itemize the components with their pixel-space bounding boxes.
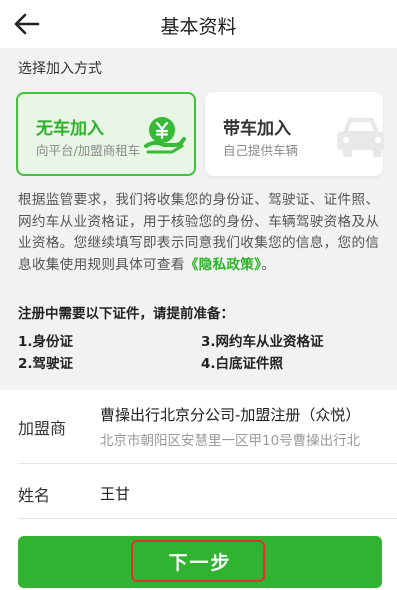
privacy-notice: 根据监管要求，我们将收集您的身份证、驾驶证、证件照、网约车从业资格证，用于核验您…: [18, 190, 384, 276]
requirement-item: 1.身份证: [18, 334, 74, 350]
car-icon: [333, 108, 383, 160]
join-option-without-car[interactable]: 无车加入 向平台/加盟商租车: [16, 92, 196, 176]
join-option-title: 带车加入: [223, 119, 291, 139]
privacy-notice-tail: 。: [261, 256, 276, 273]
franchise-label: 加盟商: [18, 419, 67, 438]
top-bar: 基本资料: [0, 0, 397, 48]
row-divider: [18, 463, 397, 464]
join-method-label: 选择加入方式: [18, 61, 102, 77]
requirement-item: 3.网约车从业资格证: [201, 334, 324, 350]
row-divider: [18, 518, 397, 519]
join-option-title: 无车加入: [36, 119, 104, 139]
join-option-with-car[interactable]: 带车加入 自己提供车辆: [205, 92, 383, 176]
join-option-subtitle: 自己提供车辆: [223, 143, 299, 158]
join-option-subtitle: 向平台/加盟商租车: [36, 143, 141, 158]
highlight-frame: [131, 540, 265, 582]
name-label: 姓名: [18, 486, 51, 505]
requirement-item: 4.白底证件照: [201, 356, 284, 372]
privacy-policy-link[interactable]: 《隐私政策》: [185, 257, 262, 273]
franchise-name[interactable]: 曹操出行北京分公司-加盟注册（众悦）: [100, 404, 360, 425]
requirement-item: 2.驾驶证: [18, 356, 74, 372]
yen-hand-icon: [142, 112, 186, 156]
name-field[interactable]: 王甘: [100, 483, 130, 504]
franchise-address: 北京市朝阳区安慧里一区甲10号曹操出行北: [100, 433, 361, 449]
requirements-title: 注册中需要以下证件，请提前准备：: [18, 306, 234, 322]
page-title: 基本资料: [160, 16, 237, 38]
